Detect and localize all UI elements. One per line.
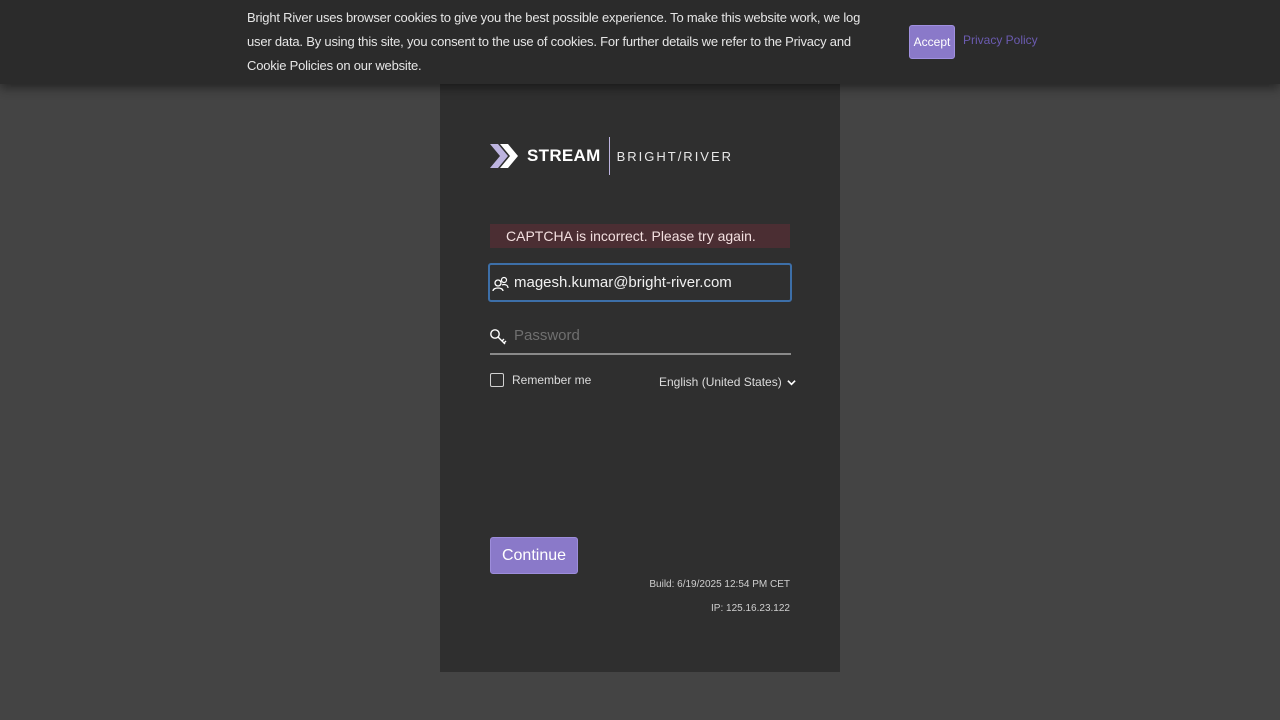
user-icon [492, 276, 509, 292]
cookie-accept-button[interactable]: Accept [909, 25, 955, 59]
stream-logo-icon [490, 144, 518, 168]
language-label: English (United States) [659, 375, 782, 389]
password-field[interactable] [490, 318, 791, 355]
privacy-policy-link[interactable]: Privacy Policy [963, 33, 1038, 47]
logo-divider [608, 137, 610, 175]
logo-stream-text: STREAM [527, 146, 601, 165]
email-input[interactable] [514, 265, 784, 300]
continue-button[interactable]: Continue [490, 537, 578, 574]
ip-info: IP: 125.16.23.122 [711, 603, 790, 614]
remember-me-checkbox[interactable] [490, 373, 504, 387]
remember-me-label: Remember me [512, 373, 592, 387]
password-input[interactable] [514, 318, 784, 353]
cookie-banner: Bright River uses browser cookies to giv… [0, 0, 1280, 84]
logo-company-text: BRIGHT/RIVER [616, 148, 734, 164]
remember-me-toggle[interactable]: Remember me [490, 373, 591, 387]
key-icon [490, 329, 507, 345]
cookie-message: Bright River uses browser cookies to giv… [247, 10, 861, 73]
email-field[interactable] [488, 263, 792, 302]
login-page: Bright River uses browser cookies to giv… [0, 0, 1280, 720]
build-info: Build: 6/19/2025 12:54 PM CET [649, 579, 790, 590]
login-panel: STREAM BRIGHT/RIVER CAPTCHA is incorrect… [440, 84, 840, 672]
language-selector[interactable]: English (United States) [659, 375, 796, 389]
captcha-error-message: CAPTCHA is incorrect. Please try again. [490, 224, 790, 248]
brand-logo: STREAM BRIGHT/RIVER [490, 136, 733, 176]
chevron-down-icon [787, 379, 796, 385]
